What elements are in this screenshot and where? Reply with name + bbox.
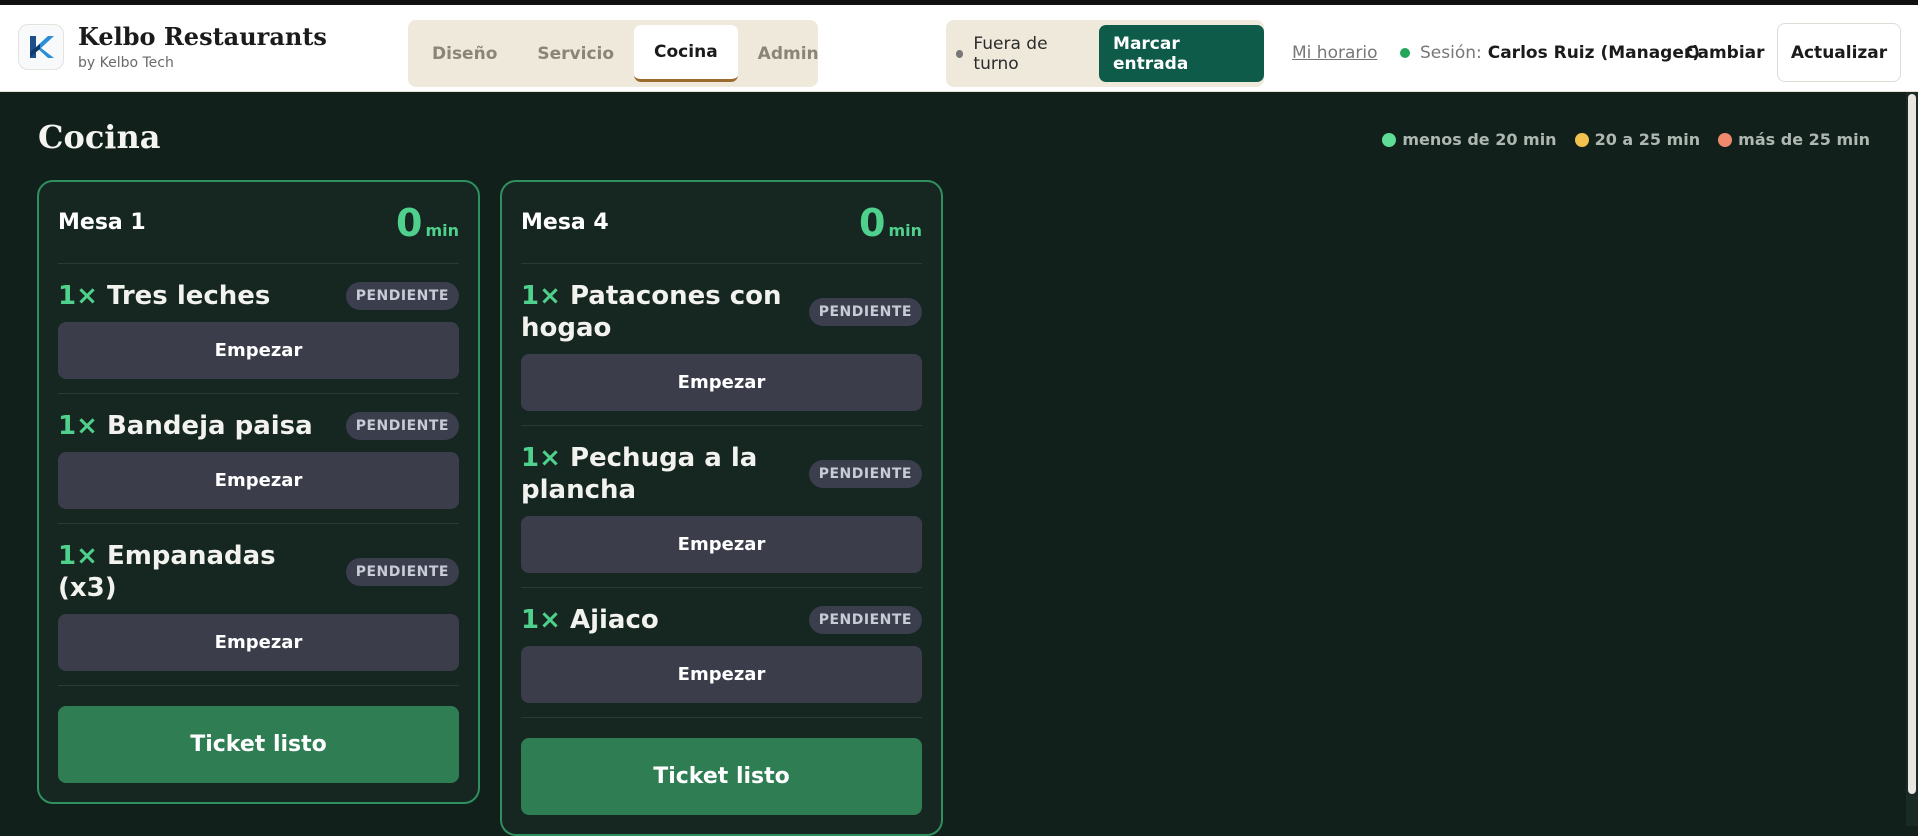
legend-label: más de 25 min <box>1738 130 1870 149</box>
item-name: 1× Pechuga a la plancha <box>521 442 801 506</box>
tab-admin[interactable]: Admin <box>738 25 839 82</box>
item-label: Patacones con hogao <box>521 281 782 343</box>
ticket-timer: 0 min <box>396 204 459 242</box>
clock-in-button[interactable]: Marcar entrada <box>1099 25 1264 82</box>
legend-item-over-25: más de 25 min <box>1718 130 1870 149</box>
timer-value: 0 <box>396 200 423 245</box>
ticket-header: Mesa 1 0 min <box>58 182 459 264</box>
session-user-name: Carlos Ruiz (Manager) <box>1487 43 1701 63</box>
status-badge: PENDIENTE <box>808 606 922 634</box>
tab-servicio[interactable]: Servicio <box>517 25 634 82</box>
brand-subtitle: by Kelbo Tech <box>78 55 174 71</box>
start-item-button[interactable]: Empezar <box>58 322 459 379</box>
yellow-dot-icon <box>1574 132 1589 147</box>
timer-legend: menos de 20 min 20 a 25 min más de 25 mi… <box>1364 130 1870 149</box>
green-dot-icon <box>1382 132 1397 147</box>
legend-label: 20 a 25 min <box>1594 130 1701 149</box>
ticket-header: Mesa 4 0 min <box>521 182 922 264</box>
ticket-ready-button[interactable]: Ticket listo <box>521 738 922 815</box>
order-item: 1× Pechuga a la plancha PENDIENTE Empeza… <box>521 426 922 588</box>
orange-dot-icon <box>1718 132 1733 147</box>
session-info: Sesión: Carlos Ruiz (Manager) <box>1400 43 1700 63</box>
session-online-dot-icon <box>1400 48 1410 58</box>
item-quantity: 1× <box>521 605 561 635</box>
timer-value: 0 <box>859 200 886 245</box>
status-badge: PENDIENTE <box>808 460 922 488</box>
item-label: Ajiaco <box>569 605 659 635</box>
shift-status-dot-icon <box>956 49 964 58</box>
timer-unit: min <box>888 220 922 240</box>
item-quantity: 1× <box>521 281 561 311</box>
shift-status-box: Fuera de turno Marcar entrada <box>946 20 1264 87</box>
legend-item-20-25: 20 a 25 min <box>1574 130 1701 149</box>
tab-diseno[interactable]: Diseño <box>412 25 517 82</box>
status-badge: PENDIENTE <box>345 282 459 310</box>
scrollbar-thumb[interactable] <box>1908 94 1916 794</box>
ticket-table-name: Mesa 4 <box>521 210 609 235</box>
start-item-button[interactable]: Empezar <box>58 452 459 509</box>
ticket-ready-button[interactable]: Ticket listo <box>58 706 459 783</box>
top-bar: Kelbo Restaurants by Kelbo Tech Diseño S… <box>0 0 1918 92</box>
timer-unit: min <box>425 220 459 240</box>
ticket-card-mesa-1: Mesa 1 0 min 1× Tres leches PENDIENTE Em… <box>37 180 480 804</box>
item-label: Bandeja paisa <box>106 411 313 441</box>
my-schedule-link[interactable]: Mi horario <box>1292 43 1378 63</box>
brand-title: Kelbo Restaurants <box>78 22 327 51</box>
tab-cocina[interactable]: Cocina <box>634 25 738 82</box>
order-item: 1× Ajiaco PENDIENTE Empezar <box>521 588 922 718</box>
ticket-table-name: Mesa 1 <box>58 210 146 235</box>
item-name: 1× Tres leches <box>58 280 270 312</box>
order-item: 1× Tres leches PENDIENTE Empezar <box>58 264 459 394</box>
status-badge: PENDIENTE <box>345 412 459 440</box>
item-name: 1× Ajiaco <box>521 604 659 636</box>
order-item: 1× Bandeja paisa PENDIENTE Empezar <box>58 394 459 524</box>
start-item-button[interactable]: Empezar <box>521 516 922 573</box>
status-badge: PENDIENTE <box>808 298 922 326</box>
item-label: Tres leches <box>106 281 271 311</box>
order-item: 1× Patacones con hogao PENDIENTE Empezar <box>521 264 922 426</box>
ticket-timer: 0 min <box>859 204 922 242</box>
order-item: 1× Empanadas (x3) PENDIENTE Empezar <box>58 524 459 686</box>
switch-user-button[interactable]: Cambiar <box>1685 43 1765 63</box>
brand: Kelbo Restaurants by Kelbo Tech <box>18 23 327 71</box>
page-scrollbar[interactable] <box>1906 92 1918 826</box>
item-name: 1× Bandeja paisa <box>58 410 313 442</box>
session-label: Sesión: <box>1420 43 1482 63</box>
kelbo-k-logo-icon[interactable] <box>18 24 64 70</box>
ticket-card-mesa-4: Mesa 4 0 min 1× Patacones con hogao PEND… <box>500 180 943 836</box>
start-item-button[interactable]: Empezar <box>521 354 922 411</box>
item-name: 1× Patacones con hogao <box>521 280 801 344</box>
refresh-button[interactable]: Actualizar <box>1777 23 1901 82</box>
start-item-button[interactable]: Empezar <box>58 614 459 671</box>
shift-status-text: Fuera de turno <box>973 33 1048 74</box>
status-badge: PENDIENTE <box>345 558 459 586</box>
page-title: Cocina <box>38 118 161 156</box>
item-quantity: 1× <box>58 411 98 441</box>
item-quantity: 1× <box>58 281 98 311</box>
main-nav-tabs: Diseño Servicio Cocina Admin <box>408 20 819 87</box>
start-item-button[interactable]: Empezar <box>521 646 922 703</box>
item-name: 1× Empanadas (x3) <box>58 540 338 604</box>
legend-item-under-20: menos de 20 min <box>1382 130 1557 149</box>
legend-label: menos de 20 min <box>1402 130 1557 149</box>
item-quantity: 1× <box>521 443 561 473</box>
item-quantity: 1× <box>58 541 98 571</box>
